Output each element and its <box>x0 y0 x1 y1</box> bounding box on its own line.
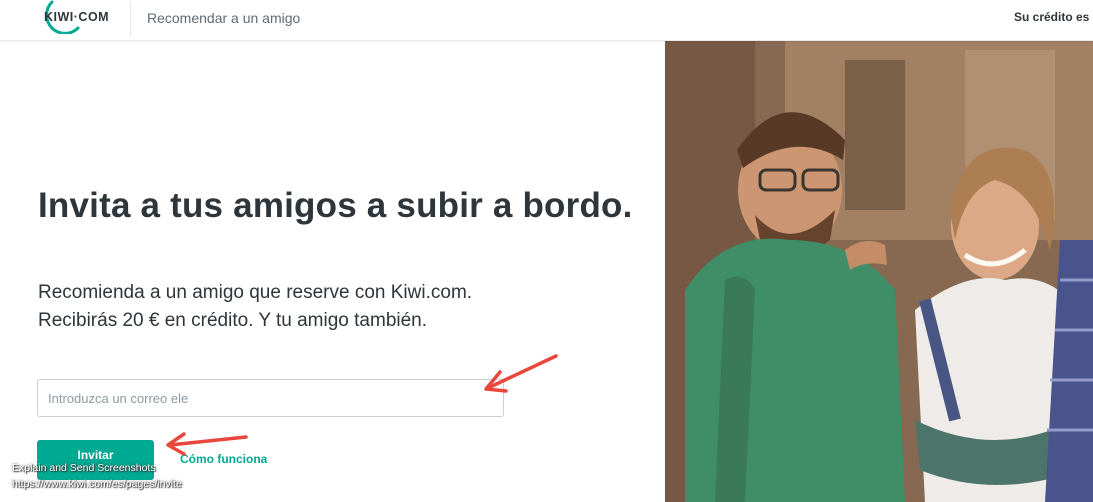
hero-photo <box>665 40 1093 502</box>
email-input[interactable] <box>37 379 504 417</box>
referral-description: Recomienda a un amigo que reserve con Ki… <box>38 279 598 335</box>
description-line-1: Recomienda a un amigo que reserve con Ki… <box>38 282 473 303</box>
overlay-caption: Explain and Send Screenshots <box>12 462 156 474</box>
overlay-url: https://www.kiwi.com/es/pages/invite <box>12 478 182 490</box>
annotation-arrow-icon <box>166 432 248 456</box>
annotation-arrow-icon <box>484 354 558 393</box>
page-title: Recomendar a un amigo <box>147 10 301 26</box>
header-divider <box>130 2 131 36</box>
description-line-2: Recibirás 20 € en crédito. Y tu amigo ta… <box>38 310 428 331</box>
invite-button[interactable]: Invitar <box>37 440 154 480</box>
credit-link[interactable]: Su crédito es c <box>1014 10 1093 24</box>
friends-photo-icon <box>665 40 1093 502</box>
top-header: KIWI·COM Recomendar a un amigo Su crédit… <box>0 0 1093 41</box>
kiwi-logo[interactable]: KIWI·COM <box>38 0 114 35</box>
logo-text: KIWI·COM <box>44 10 110 24</box>
main-headline: Invita a tus amigos a subir a bordo. <box>38 186 633 225</box>
